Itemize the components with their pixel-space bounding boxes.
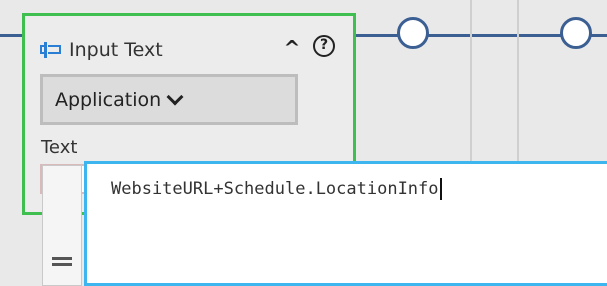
expression-text: WebsiteURL+Schedule.LocationInfo	[111, 179, 439, 199]
help-icon[interactable]: ?	[313, 35, 335, 57]
application-label: Application	[55, 88, 162, 111]
expression-input[interactable]: WebsiteURL+Schedule.LocationInfo	[111, 178, 442, 200]
chevron-down-icon	[166, 88, 184, 105]
connector-node[interactable]	[560, 17, 592, 49]
input-text-icon	[39, 41, 63, 59]
text-field-label: Text	[41, 137, 78, 158]
workflow-canvas: Input Text ^ ? Application Text WebsiteU…	[0, 0, 607, 286]
collapse-icon[interactable]: ^	[281, 38, 303, 58]
application-dropdown[interactable]: Application	[40, 74, 298, 125]
text-caret	[439, 178, 442, 200]
activity-header: Input Text	[39, 36, 163, 64]
resize-grip-icon[interactable]	[52, 257, 72, 269]
activity-title: Input Text	[69, 39, 163, 61]
connector-node[interactable]	[397, 17, 429, 49]
expression-editor[interactable]: WebsiteURL+Schedule.LocationInfo	[84, 161, 607, 286]
